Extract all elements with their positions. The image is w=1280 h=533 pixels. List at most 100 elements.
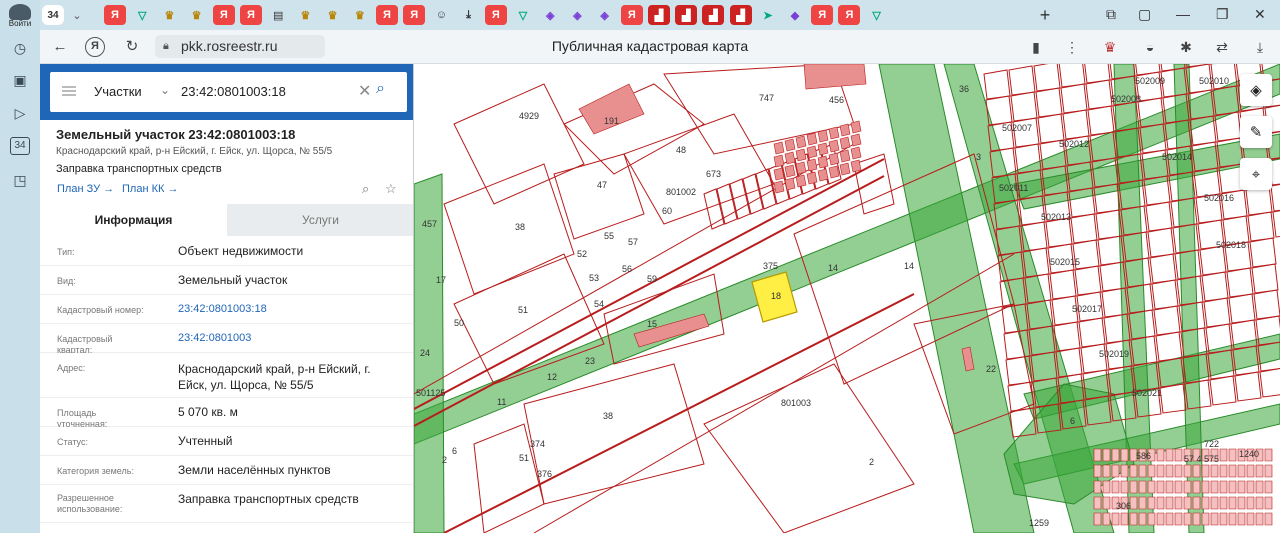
back-arrow-icon[interactable]: ← bbox=[50, 37, 70, 57]
active-tab-counter[interactable]: 34 bbox=[42, 5, 64, 25]
extensions-puzzle-icon[interactable]: ✱ bbox=[1176, 37, 1196, 57]
tab-favicon[interactable]: ☺ bbox=[430, 5, 452, 25]
parcel-label: 38 bbox=[515, 222, 525, 232]
attribute-link[interactable]: 23:42:0801003:18 bbox=[178, 301, 398, 317]
tab-services[interactable]: Услуги bbox=[227, 204, 413, 236]
menu-icon[interactable] bbox=[62, 86, 76, 96]
tab-list-chevron-icon[interactable]: ⌄ bbox=[66, 5, 88, 25]
parcel bbox=[1147, 496, 1156, 510]
parcel-label: 502017 bbox=[1072, 304, 1102, 314]
tab-favicon[interactable]: Я bbox=[620, 5, 643, 25]
url-field[interactable]: 🔒︎ pkk.rosreestr.ru bbox=[155, 35, 325, 58]
play-icon[interactable]: ▷ bbox=[10, 103, 30, 123]
parcel bbox=[1174, 480, 1183, 494]
search-input[interactable]: 23:42:0801003:18 bbox=[181, 84, 286, 99]
object-address: Краснодарский край, р-н Ейский, г. Ейск,… bbox=[56, 146, 333, 157]
tab-favicon[interactable]: ♛ bbox=[158, 5, 180, 25]
cadastral-map[interactable]: 4929 191 747 456 48 47 801002 673 38 60 55 52 57 56 53… bbox=[414, 64, 1280, 533]
collections-icon[interactable]: ▣ bbox=[10, 70, 30, 90]
extension-eagle-icon[interactable]: ♛ bbox=[1100, 37, 1120, 57]
tab-favicon[interactable]: ♛ bbox=[322, 5, 344, 25]
more-menu-icon[interactable]: ⋮ bbox=[1062, 37, 1082, 57]
parcel bbox=[983, 69, 1011, 100]
parcel bbox=[1165, 496, 1174, 510]
extension-hat-icon[interactable]: ◒ bbox=[1140, 37, 1160, 57]
tab-manager-icon[interactable]: ⧉ bbox=[1106, 6, 1116, 23]
tab-counter-icon[interactable]: 34 bbox=[10, 137, 30, 155]
maximize-icon[interactable]: ❐ bbox=[1216, 6, 1229, 23]
avatar[interactable] bbox=[9, 4, 31, 20]
tab-favicon[interactable]: Я bbox=[376, 5, 398, 25]
bookmark-icon[interactable]: ▮ bbox=[1026, 37, 1046, 57]
tab-favicon[interactable]: ▟ bbox=[729, 5, 752, 25]
reload-icon[interactable]: ↻ bbox=[122, 37, 142, 57]
address-bar: ← Я ↻ 🔒︎ pkk.rosreestr.ru Публичная када… bbox=[40, 30, 1280, 64]
tab-favicon[interactable]: Я bbox=[811, 5, 834, 25]
parcel-label: 3 bbox=[976, 152, 981, 162]
parcel bbox=[1246, 480, 1255, 494]
parcel bbox=[795, 135, 807, 149]
tab-favicon[interactable]: Я bbox=[240, 5, 262, 25]
zoom-to-object-icon[interactable]: ⌕ bbox=[362, 181, 369, 197]
close-window-icon[interactable]: ✕ bbox=[1254, 6, 1266, 23]
sidebar-rail: Войти ◷ ▣ ▷ 34 ◳ bbox=[0, 0, 40, 533]
tab-favicon[interactable]: ♛ bbox=[349, 5, 371, 25]
tab-favicon[interactable]: ◈ bbox=[594, 5, 616, 25]
yandex-logo-icon[interactable]: Я bbox=[85, 37, 105, 57]
tab-favicon[interactable]: Я bbox=[838, 5, 861, 25]
screenshot-icon[interactable]: ◳ bbox=[10, 170, 30, 190]
plan-kk-link[interactable]: План КК → bbox=[122, 183, 178, 195]
parcel bbox=[1264, 464, 1273, 478]
parcel bbox=[453, 83, 585, 205]
attribute-value: Объект недвижимости bbox=[178, 244, 304, 258]
chevron-down-icon[interactable]: ⌄ bbox=[160, 83, 170, 97]
tab-favicon[interactable]: ⤓ bbox=[458, 5, 480, 25]
download-icon[interactable]: ⤓ bbox=[1250, 37, 1270, 57]
parcel bbox=[1120, 512, 1129, 526]
tab-favicon[interactable]: ◈ bbox=[566, 5, 588, 25]
parcel bbox=[1183, 496, 1192, 510]
plan-zu-link[interactable]: План ЗУ → bbox=[57, 183, 114, 195]
parcel bbox=[1145, 201, 1173, 232]
parcel-label: 51 bbox=[518, 305, 528, 315]
parcel bbox=[1228, 496, 1237, 510]
tab-favicon[interactable]: ▽ bbox=[512, 5, 534, 25]
parcel-label: 24 bbox=[420, 348, 430, 358]
tab-favicon[interactable]: ◆ bbox=[784, 5, 806, 25]
map-canvas[interactable]: 4929 191 747 456 48 47 801002 673 38 60 55 52 57 56 53… bbox=[414, 64, 1280, 533]
tab-favicon[interactable]: ♛ bbox=[294, 5, 316, 25]
clear-icon[interactable]: ✕ bbox=[358, 81, 371, 101]
favorite-star-icon[interactable]: ☆ bbox=[385, 181, 397, 197]
tab-favicon[interactable]: Я bbox=[104, 5, 126, 25]
tab-information[interactable]: Информация bbox=[40, 204, 227, 236]
tab-favicon[interactable]: ➤ bbox=[757, 5, 779, 25]
parcel bbox=[1138, 480, 1147, 494]
tab-favicon[interactable]: ▟ bbox=[648, 5, 670, 25]
parcel-label: 38 bbox=[603, 411, 613, 421]
tab-favicon[interactable]: ▽ bbox=[131, 5, 153, 25]
login-label[interactable]: Войти bbox=[0, 19, 40, 28]
translate-icon[interactable]: ⇄ bbox=[1212, 37, 1232, 57]
parcel bbox=[1033, 64, 1061, 92]
minimize-icon[interactable]: — bbox=[1176, 6, 1190, 22]
tab-favicon[interactable]: ▟ bbox=[675, 5, 698, 25]
locate-icon[interactable]: ⌖ bbox=[1240, 158, 1272, 190]
layers-icon[interactable]: ◈ bbox=[1240, 74, 1272, 106]
tab-favicon[interactable]: Я bbox=[212, 5, 235, 25]
tab-favicon[interactable]: ◈ bbox=[539, 5, 561, 25]
tab-favicon[interactable]: ▟ bbox=[702, 5, 725, 25]
tab-favicon[interactable]: Я bbox=[484, 5, 507, 25]
tab-favicon[interactable]: Я bbox=[403, 5, 426, 25]
search-icon[interactable]: ⌕ bbox=[376, 80, 385, 98]
parcel bbox=[1093, 448, 1102, 462]
tab-favicon[interactable]: ▤ bbox=[267, 5, 289, 25]
search-type-select[interactable]: Участки bbox=[94, 84, 142, 99]
history-icon[interactable]: ◷ bbox=[10, 38, 30, 58]
ruler-icon[interactable]: ✎ bbox=[1240, 116, 1272, 148]
notifications-icon[interactable]: ▢ bbox=[1138, 6, 1151, 23]
attribute-value: Краснодарский край, р-н Ейский, г. Ейск,… bbox=[178, 362, 371, 392]
new-tab-button[interactable]: + bbox=[1034, 5, 1056, 25]
tab-favicon[interactable]: ▽ bbox=[866, 5, 888, 25]
tab-favicon[interactable]: ♛ bbox=[186, 5, 208, 25]
attribute-link[interactable]: 23:42:0801003 bbox=[178, 330, 398, 346]
